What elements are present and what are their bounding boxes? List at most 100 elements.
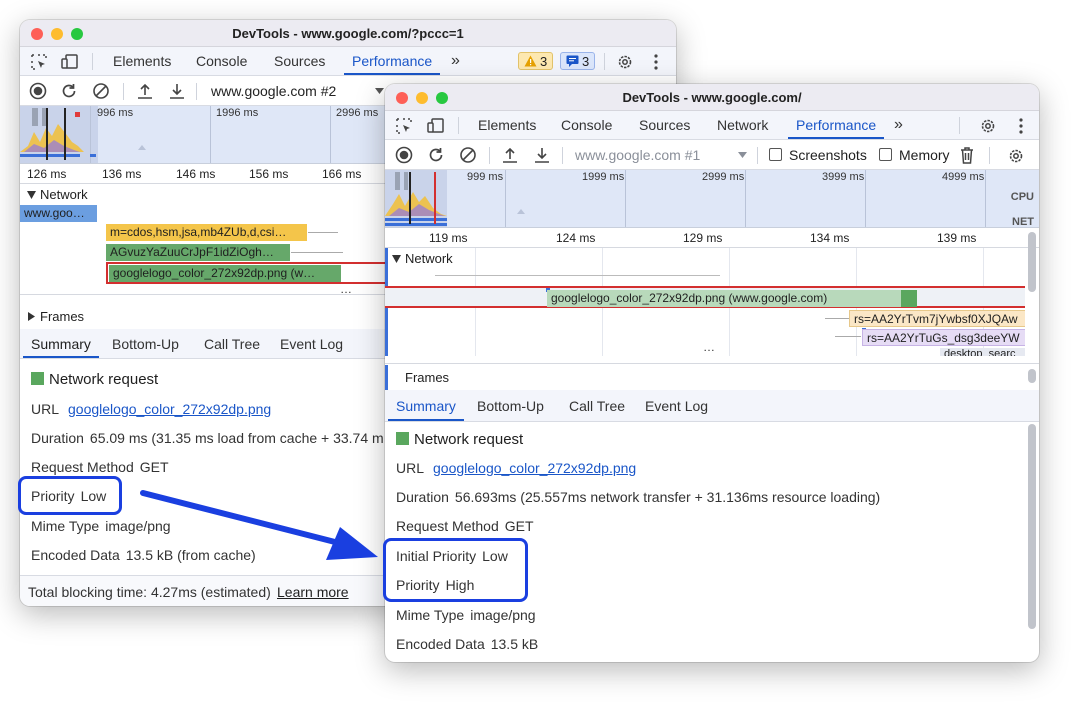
ruler-label: 136 ms bbox=[102, 167, 142, 181]
details-heading: Network request bbox=[31, 371, 158, 388]
ruler-label: 146 ms bbox=[176, 167, 216, 181]
tab-event-log[interactable]: Event Log bbox=[280, 329, 343, 358]
clear-icon[interactable] bbox=[459, 146, 477, 164]
network-track-header[interactable]: Network bbox=[392, 251, 456, 266]
toolbar-separator bbox=[757, 147, 758, 164]
details-mime-row: Mime Type image/png bbox=[396, 607, 536, 623]
front-priority-highlight bbox=[383, 538, 528, 602]
settings-gear-icon[interactable] bbox=[977, 115, 999, 137]
inspect-element-icon[interactable] bbox=[29, 52, 49, 72]
tab-console[interactable]: Console bbox=[561, 111, 612, 139]
ruler-label: 119 ms bbox=[429, 231, 468, 245]
download-icon[interactable] bbox=[533, 146, 551, 164]
dropdown-caret-icon[interactable] bbox=[737, 150, 747, 160]
timeline-scrollbar[interactable] bbox=[1028, 232, 1036, 356]
ruler-label: 156 ms bbox=[249, 167, 289, 181]
tab-performance[interactable]: Performance bbox=[343, 47, 441, 75]
front-frames-track[interactable]: Frames bbox=[385, 365, 1039, 390]
screenshots-checkbox[interactable] bbox=[769, 148, 782, 161]
messages-badge[interactable]: 3 bbox=[560, 52, 596, 70]
frames-track-label: Frames bbox=[40, 309, 85, 324]
overview-time-label: 2999 ms bbox=[702, 171, 745, 183]
kebab-menu-icon[interactable] bbox=[648, 51, 664, 73]
back-main-tabbar: Elements Console Sources Performance » 3… bbox=[20, 47, 676, 76]
device-toolbar-icon[interactable] bbox=[60, 52, 80, 72]
back-titlebar: DevTools - www.google.com/?pccc=1 bbox=[20, 20, 676, 47]
details-scrollbar[interactable] bbox=[1028, 424, 1036, 629]
toolbar-separator bbox=[959, 117, 960, 134]
toolbar-separator bbox=[604, 53, 605, 70]
ruler-label: 134 ms bbox=[810, 231, 850, 245]
network-request-bar[interactable]: rs=AA2YrTvm7jYwbsf0XJQAw bbox=[849, 310, 1025, 327]
front-details-tabbar: Summary Bottom-Up Call Tree Event Log bbox=[385, 390, 1039, 422]
message-icon bbox=[566, 55, 579, 67]
tab-elements[interactable]: Elements bbox=[113, 47, 171, 75]
network-request-bar[interactable]: m=cdos,hsm,jsa,mb4ZUb,d,csi… bbox=[106, 224, 307, 241]
recording-select[interactable]: www.google.com #2 bbox=[211, 83, 336, 99]
settings-gear-icon[interactable] bbox=[614, 51, 636, 73]
warnings-badge[interactable]: 3 bbox=[518, 52, 554, 70]
download-icon[interactable] bbox=[168, 82, 186, 100]
network-track-header[interactable]: Network bbox=[27, 187, 88, 202]
details-method-row: Request Method GET bbox=[396, 518, 534, 534]
network-request-bar[interactable]: rs=AA2YrTuGs_dsg3deeYW bbox=[862, 329, 1025, 346]
tab-call-tree[interactable]: Call Tree bbox=[204, 329, 260, 358]
tab-bottom-up[interactable]: Bottom-Up bbox=[477, 390, 544, 421]
tab-console[interactable]: Console bbox=[196, 47, 247, 75]
track-resize-handle[interactable]: … bbox=[340, 282, 352, 296]
toolbar-separator bbox=[123, 83, 124, 100]
toolbar-separator bbox=[196, 83, 197, 100]
memory-checkbox[interactable] bbox=[879, 148, 892, 161]
network-request-bar[interactable]: www.goo… bbox=[20, 205, 97, 222]
details-encoded-row: Encoded Data 13.5 kB (from cache) bbox=[31, 547, 256, 563]
details-encoded-row: Encoded Data 13.5 kB bbox=[396, 636, 539, 652]
url-link[interactable]: googlelogo_color_272x92dp.png bbox=[433, 460, 636, 476]
overview-time-label: 3999 ms bbox=[822, 171, 865, 183]
frames-scrollbar[interactable] bbox=[1028, 369, 1036, 383]
tab-call-tree[interactable]: Call Tree bbox=[569, 390, 625, 421]
tab-summary[interactable]: Summary bbox=[23, 329, 99, 358]
more-tabs-button[interactable]: » bbox=[894, 111, 903, 139]
tab-network[interactable]: Network bbox=[717, 111, 768, 139]
track-resize-handle[interactable]: … bbox=[703, 340, 715, 354]
details-url-row: URL googlelogo_color_272x92dp.png bbox=[31, 401, 272, 417]
reload-icon[interactable] bbox=[427, 146, 445, 164]
ruler-label: 129 ms bbox=[683, 231, 723, 245]
front-window-title: DevTools - www.google.com/ bbox=[622, 90, 802, 105]
more-tabs-button[interactable]: » bbox=[451, 47, 460, 75]
clear-icon[interactable] bbox=[92, 82, 110, 100]
tab-sources[interactable]: Sources bbox=[274, 47, 325, 75]
learn-more-link[interactable]: Learn more bbox=[277, 584, 349, 600]
overview-time-label: 1999 ms bbox=[582, 171, 625, 183]
trash-icon[interactable] bbox=[958, 146, 976, 164]
kebab-menu-icon[interactable] bbox=[1013, 115, 1029, 137]
tab-performance[interactable]: Performance bbox=[787, 111, 885, 139]
ruler-label: 126 ms bbox=[27, 167, 67, 181]
dropdown-caret-icon[interactable] bbox=[374, 86, 384, 96]
tab-summary[interactable]: Summary bbox=[388, 390, 464, 421]
tab-event-log[interactable]: Event Log bbox=[645, 390, 708, 421]
tab-bottom-up[interactable]: Bottom-Up bbox=[112, 329, 179, 358]
url-link[interactable]: googlelogo_color_272x92dp.png bbox=[68, 401, 271, 417]
ruler-label: 124 ms bbox=[556, 231, 596, 245]
tab-elements[interactable]: Elements bbox=[478, 111, 536, 139]
warnings-count: 3 bbox=[540, 53, 548, 69]
network-request-bar-selected[interactable]: googlelogo_color_272x92dp.png (w… bbox=[109, 265, 341, 282]
capture-settings-icon[interactable] bbox=[1005, 145, 1027, 167]
device-toolbar-icon[interactable] bbox=[426, 116, 446, 136]
network-request-bar[interactable]: desktop_searc bbox=[940, 348, 1025, 356]
tab-sources[interactable]: Sources bbox=[639, 111, 690, 139]
details-url-row: URL googlelogo_color_272x92dp.png bbox=[396, 460, 637, 476]
recording-select[interactable]: www.google.com #1 bbox=[575, 147, 700, 163]
collapse-triangle-icon bbox=[28, 312, 35, 321]
record-icon[interactable] bbox=[395, 146, 413, 164]
inspect-element-icon[interactable] bbox=[394, 116, 414, 136]
reload-icon[interactable] bbox=[60, 82, 78, 100]
network-request-bar[interactable]: AGvuzYaZuuCrJpF1idZiOgh… bbox=[106, 244, 290, 261]
front-main-tabbar: Elements Console Sources Network Perform… bbox=[385, 111, 1039, 140]
network-request-bar-selected[interactable]: googlelogo_color_272x92dp.png (www.googl… bbox=[547, 290, 901, 307]
front-timeline-overview[interactable]: 999 ms 1999 ms 2999 ms 3999 ms 4999 ms C… bbox=[385, 170, 1039, 228]
record-icon[interactable] bbox=[29, 82, 47, 100]
upload-icon[interactable] bbox=[136, 82, 154, 100]
upload-icon[interactable] bbox=[501, 146, 519, 164]
